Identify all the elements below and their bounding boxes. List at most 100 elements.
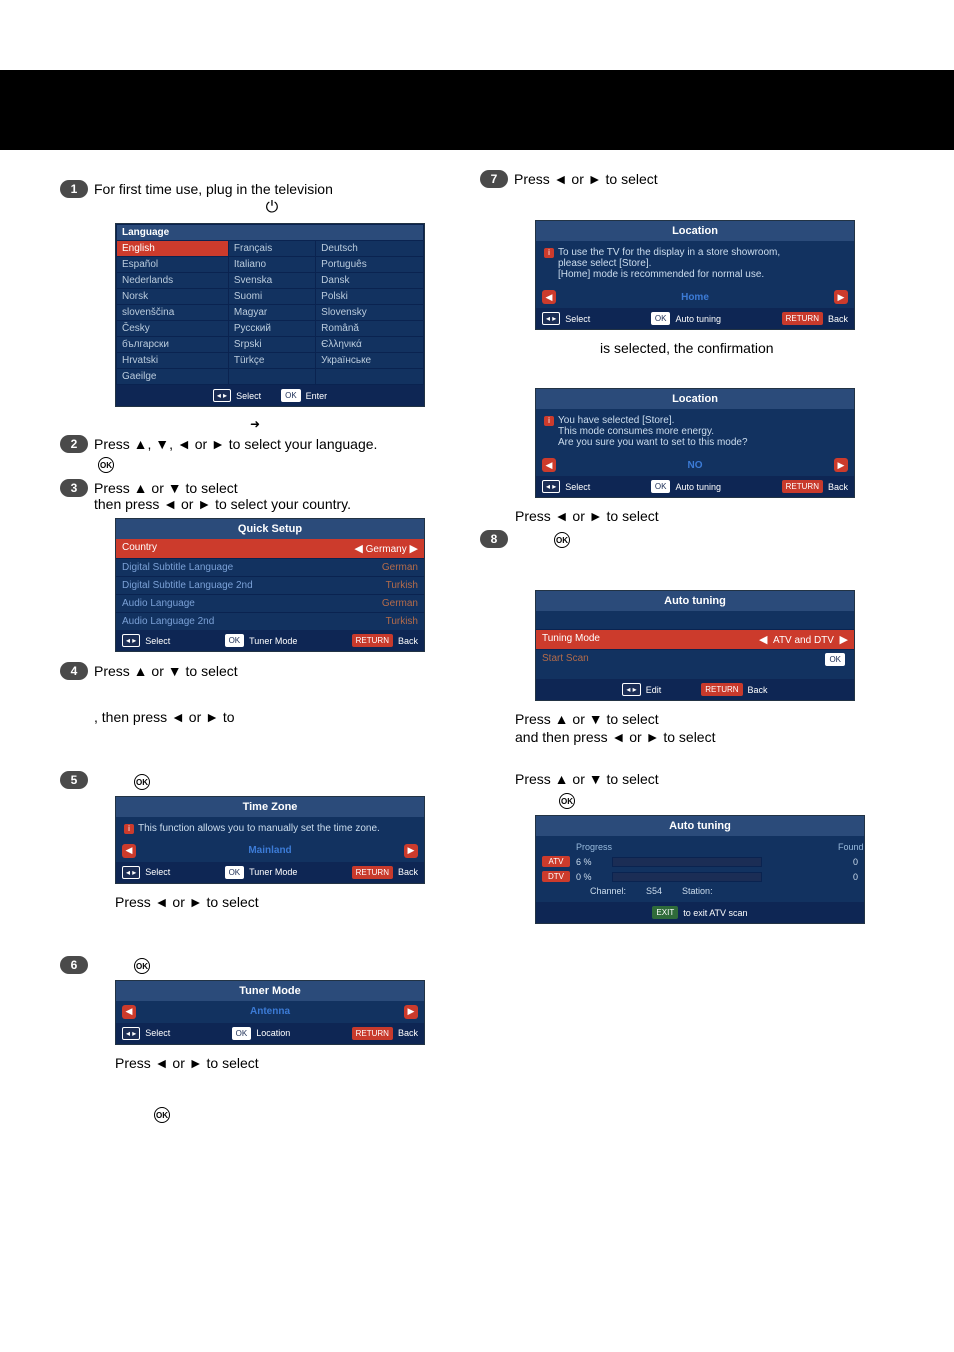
arrow-right-icon[interactable]: ▶ <box>404 1005 418 1019</box>
loc1-value: Home <box>556 292 834 303</box>
location1-picker[interactable]: ◀ Home ▶ <box>536 286 854 308</box>
channel-value: S54 <box>646 886 662 896</box>
tuning-mode-row[interactable]: Tuning Mode ◀ ATV and DTV ▶ <box>536 629 854 649</box>
progress-found: 0 <box>838 857 858 867</box>
row-label: Audio Language 2nd <box>122 616 214 627</box>
start-scan-row[interactable]: Start Scan OK <box>536 649 854 669</box>
arrow-right-icon[interactable]: ▶ <box>834 290 848 304</box>
found-header: Found <box>838 842 858 852</box>
language-option[interactable]: Nederlands <box>117 273 229 289</box>
language-option[interactable]: Română <box>316 321 424 337</box>
language-option[interactable]: Türkçe <box>228 353 315 369</box>
ok-key-icon: OK <box>232 1027 252 1040</box>
language-option[interactable]: Українське <box>316 353 424 369</box>
language-panel: Language EnglishFrançaisDeutschEspañolIt… <box>115 223 425 407</box>
language-option[interactable]: Norsk <box>117 289 229 305</box>
quick-setup-row[interactable]: Audio LanguageGerman <box>116 594 424 612</box>
arrow-left-icon[interactable]: ◀ <box>122 844 136 858</box>
quick-setup-row[interactable]: Digital Subtitle Language 2ndTurkish <box>116 576 424 594</box>
row-value: Turkish <box>386 616 418 627</box>
step-badge-1: 1 <box>60 180 88 198</box>
at2-exit-txt: to exit ATV scan <box>683 908 747 918</box>
location2-note: iYou have selected [Store]. This mode co… <box>536 409 854 454</box>
arrow-left-icon[interactable]: ◀ <box>122 1005 136 1019</box>
step-badge-5: 5 <box>60 771 88 789</box>
language-option[interactable]: Deutsch <box>316 241 424 257</box>
tuner-mode-panel: Tuner Mode ◀ Antenna ▶ ◂ ▸Select OKLocat… <box>115 980 425 1045</box>
step-2: 2 Press ▲, ▼, ◄ or ► to select your lang… <box>60 435 450 473</box>
location2-title: Location <box>536 389 854 409</box>
step-badge-6: 6 <box>60 956 88 974</box>
loc1-select: Select <box>565 314 590 324</box>
ok-icon: OK <box>554 532 570 548</box>
qs-center: Tuner Mode <box>249 636 297 646</box>
auto-tuning-panel-1: Auto tuning Tuning Mode ◀ ATV and DTV ▶ … <box>535 590 855 701</box>
lang-footer-enter: Enter <box>306 391 328 401</box>
autotune1-footer: ◂ ▸Edit RETURNBack <box>536 679 854 700</box>
language-option[interactable]: Français <box>228 241 315 257</box>
step-1: 1 For first time use, plug in the televi… <box>60 180 450 217</box>
tuner-mode-picker[interactable]: ◀ Antenna ▶ <box>116 1001 424 1023</box>
row-label: Digital Subtitle Language <box>122 562 233 573</box>
tm-center: Location <box>256 1028 290 1038</box>
arrow-right-icon[interactable]: ▶ <box>834 458 848 472</box>
at1-back: Back <box>748 685 768 695</box>
after-at1c: Press ▲ or ▼ to select <box>515 771 870 787</box>
language-footer: ◂ ▸Select OKEnter <box>116 385 424 406</box>
loc2-n2: This mode consumes more energy. <box>558 426 714 437</box>
quick-setup-panel: Quick Setup Country◀ Germany ▶Digital Su… <box>115 518 425 652</box>
tm-back: Back <box>398 1028 418 1038</box>
language-option[interactable]: Slovensky <box>316 305 424 321</box>
quick-setup-row[interactable]: Digital Subtitle LanguageGerman <box>116 558 424 576</box>
autotune1-title: Auto tuning <box>536 591 854 611</box>
time-zone-picker[interactable]: ◀ Mainland ▶ <box>116 840 424 862</box>
language-option[interactable]: Svenska <box>228 273 315 289</box>
station-label: Station: <box>682 886 713 896</box>
after-loc1-text: is selected, the confirmation <box>600 340 870 356</box>
language-option[interactable]: Gaeilge <box>117 369 229 385</box>
step-6: 6 OK <box>60 956 450 974</box>
step4-l1: Press ▲ or ▼ to select <box>94 663 238 679</box>
arrow-right-icon[interactable]: ▶ <box>404 844 418 858</box>
language-option[interactable]: Español <box>117 257 229 273</box>
loc2-back: Back <box>828 482 848 492</box>
quick-setup-row[interactable]: Audio Language 2nd Turkish <box>116 612 424 630</box>
tm-select: Select <box>145 1028 170 1038</box>
language-option[interactable]: български <box>117 337 229 353</box>
ok-icon: OK <box>98 457 114 473</box>
ok-key-icon: OK <box>651 312 671 325</box>
arrow-right-icon[interactable]: ▶ <box>840 634 848 646</box>
language-option[interactable]: Polski <box>316 289 424 305</box>
language-option[interactable]: English <box>117 241 229 257</box>
language-option[interactable]: Русский <box>228 321 315 337</box>
location2-picker[interactable]: ◀ NO ▶ <box>536 454 854 476</box>
language-option[interactable]: Português <box>316 257 424 273</box>
loc1-n1: To use the TV for the display in a store… <box>558 247 780 258</box>
arrow-left-icon[interactable]: ◀ <box>542 290 556 304</box>
nav-key-icon: ◂ ▸ <box>122 1027 140 1040</box>
row-label: Country <box>122 542 157 555</box>
arrow-left-icon[interactable]: ◀ <box>759 634 767 646</box>
location1-footer: ◂ ▸Select OKAuto tuning RETURNBack <box>536 308 854 329</box>
ok-key-icon[interactable]: OK <box>825 653 845 666</box>
tz-back: Back <box>398 867 418 877</box>
location-panel-2: Location iYou have selected [Store]. Thi… <box>535 388 855 498</box>
quick-setup-row[interactable]: Country◀ Germany ▶ <box>116 539 424 558</box>
language-option[interactable]: Suomi <box>228 289 315 305</box>
language-option[interactable]: Italiano <box>228 257 315 273</box>
language-option[interactable]: Srpski <box>228 337 315 353</box>
language-option[interactable]: Magyar <box>228 305 315 321</box>
language-option[interactable]: slovenščina <box>117 305 229 321</box>
autotune2-title: Auto tuning <box>536 816 864 836</box>
language-option[interactable]: Dansk <box>316 273 424 289</box>
return-key-icon: RETURN <box>782 480 823 493</box>
step-badge-8: 8 <box>480 530 508 548</box>
tuning-mode-label: Tuning Mode <box>542 633 600 646</box>
language-option[interactable]: Hrvatski <box>117 353 229 369</box>
language-option[interactable]: Єλληνικά <box>316 337 424 353</box>
arrow-left-icon[interactable]: ◀ <box>542 458 556 472</box>
step-badge-4: 4 <box>60 662 88 680</box>
ok-icon: OK <box>559 793 575 809</box>
language-option[interactable]: Česky <box>117 321 229 337</box>
language-option <box>228 369 315 385</box>
